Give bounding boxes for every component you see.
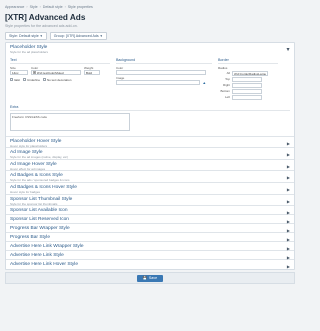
section-title: Progress Bar Wrapper Style [10,226,70,232]
background-group: Background Color Image ⛰ [116,58,212,101]
section-item[interactable]: Sponsor List Thumbnail Style Style for th… [6,195,294,207]
color-input[interactable]: @xf-textColorMuted [31,69,81,75]
page-title: [XTR] Advanced Ads [5,13,86,22]
bg-image-input[interactable] [116,79,200,85]
border-group: Border Radius All @xf-borderRadiusLarge T… [218,58,278,101]
italic-label: Italic [14,77,21,82]
save-label: Save [148,276,158,281]
border-all-label: All [226,71,230,76]
breadcrumb-separator: › [26,5,28,9]
underline-checkbox[interactable]: Underline [23,78,40,82]
chevron-right-icon: ▶ [285,47,291,52]
border-bottom-label: Bottom [220,89,230,94]
section-item[interactable]: Advertise Here Link Hover Style ▶ [6,260,294,269]
section-item[interactable]: Sponsor List Available Icon ▶ [6,206,294,216]
breadcrumb-item[interactable]: Style properties [68,5,93,9]
border-left-label: Left [224,95,230,100]
extra-css-textarea[interactable]: Freeform CSS/LESS code [10,112,130,131]
save-icon: 💾 [142,276,148,281]
section-item[interactable]: Progress Bar Wrapper Style ▶ [6,224,294,234]
page: Appearance › Style › Default style › Style … [0,3,300,331]
section-placeholder-style[interactable]: Placeholder Style Style for the ad place… [6,43,294,137]
weight-select[interactable]: Bold [84,69,100,75]
extra-group-title: Extra [10,105,290,111]
form-footer: 💾 Save [5,272,295,285]
text-group: Text Size 14px Color @xf-textColorMuted W… [10,58,110,101]
style-properties-panel: Placeholder Style Style for the ad place… [5,42,295,271]
color-value: @xf-textColorMuted [36,70,64,75]
bg-color-input[interactable] [116,69,206,75]
section-title: Sponsor List Available Icon [10,208,68,214]
underline-label: Underline [27,77,41,82]
section-item[interactable]: Ad Badges & Icons Hover Style Hover style… [6,183,294,195]
image-picker-icon[interactable]: ⛰ [203,81,206,85]
text-group-title: Text [10,58,110,64]
border-right-label: Right [222,83,230,88]
no-decoration-label: No text decoration [47,77,72,82]
chevron-down-icon: ▼ [39,34,43,38]
border-radius-label: Radius [218,65,228,70]
section-item[interactable]: Sponsor List Reserved Icon ▶ [6,215,294,225]
chevron-right-icon: ▶ [286,152,290,158]
section-item[interactable]: Advertise Here Link Style ▶ [6,251,294,261]
breadcrumb-item[interactable]: Default style [43,5,63,9]
section-item[interactable]: Placeholder Hover Style Hover style for p… [6,137,294,149]
color-swatch-icon [33,70,36,74]
chevron-down-icon: ▼ [99,34,103,38]
section-item[interactable]: Ad Badges & Icons Style Style for the ads… [6,171,294,183]
checkbox-icon [43,78,47,82]
breadcrumb-item[interactable]: Appearance [5,5,24,9]
style-group-selectors: Style: Default style ▼ Group: [XTR] Advan… [5,32,295,40]
section-item[interactable]: Ad Image Hover Style Hover effect for ad … [6,160,294,172]
chevron-right-icon: ▶ [286,264,290,270]
chevron-right-icon: ▶ [286,186,290,192]
border-all-input[interactable]: @xf-borderRadiusLarge [232,70,268,76]
background-group-title: Background [116,58,212,64]
extra-group: Extra Freeform CSS/LESS code [10,105,290,131]
chevron-right-icon: ▶ [286,140,290,146]
group-selector-label: Group: [XTR] Advanced Ads [53,34,99,38]
border-top-label: Top [225,77,230,82]
chevron-right-icon: ▶ [286,198,290,204]
section-body: Text Size 14px Color @xf-textColorMuted W… [10,58,290,101]
section-item[interactable]: Advertise Here Link Wrapper Style ▶ [6,242,294,252]
border-top-input[interactable] [232,76,262,82]
breadcrumb: Appearance › Style › Default style › Style … [5,3,295,11]
border-bottom-input[interactable] [232,88,262,94]
border-right-input[interactable] [232,82,262,88]
group-selector-button[interactable]: Group: [XTR] Advanced Ads ▼ [49,32,107,40]
page-description: Style properties for the advanced ads ad… [5,24,78,28]
chevron-right-icon: ▶ [286,163,290,169]
breadcrumb-item[interactable]: Style [30,5,38,9]
checkbox-icon [10,78,13,82]
section-subtitle: Style for the ad placeholders [10,50,49,54]
breadcrumb-separator: › [64,5,66,9]
section-title: Sponsor List Reserved Icon [10,217,69,223]
breadcrumb-separator: › [39,5,41,9]
chevron-right-icon: ▶ [286,175,290,181]
border-group-title: Border [218,58,278,64]
style-selector-label: Style: Default style [9,34,39,38]
border-left-input[interactable] [232,94,262,100]
section-item[interactable]: Ad Image Style Style for the ad images (n… [6,148,294,160]
no-decoration-checkbox[interactable]: No text decoration [43,78,71,82]
section-title: Progress Bar Style [10,235,50,241]
italic-checkbox[interactable]: Italic [10,78,20,82]
section-title: Advertise Here Link Wrapper Style [10,244,84,250]
style-selector-button[interactable]: Style: Default style ▼ [5,32,47,40]
section-title: Advertise Here Link Style [10,253,64,259]
section-item[interactable]: Progress Bar Style ▶ [6,233,294,243]
checkbox-icon [23,78,27,82]
save-button[interactable]: 💾 Save [136,274,164,282]
section-title: Advertise Here Link Hover Style [10,262,78,268]
size-input[interactable]: 14px [10,69,28,75]
